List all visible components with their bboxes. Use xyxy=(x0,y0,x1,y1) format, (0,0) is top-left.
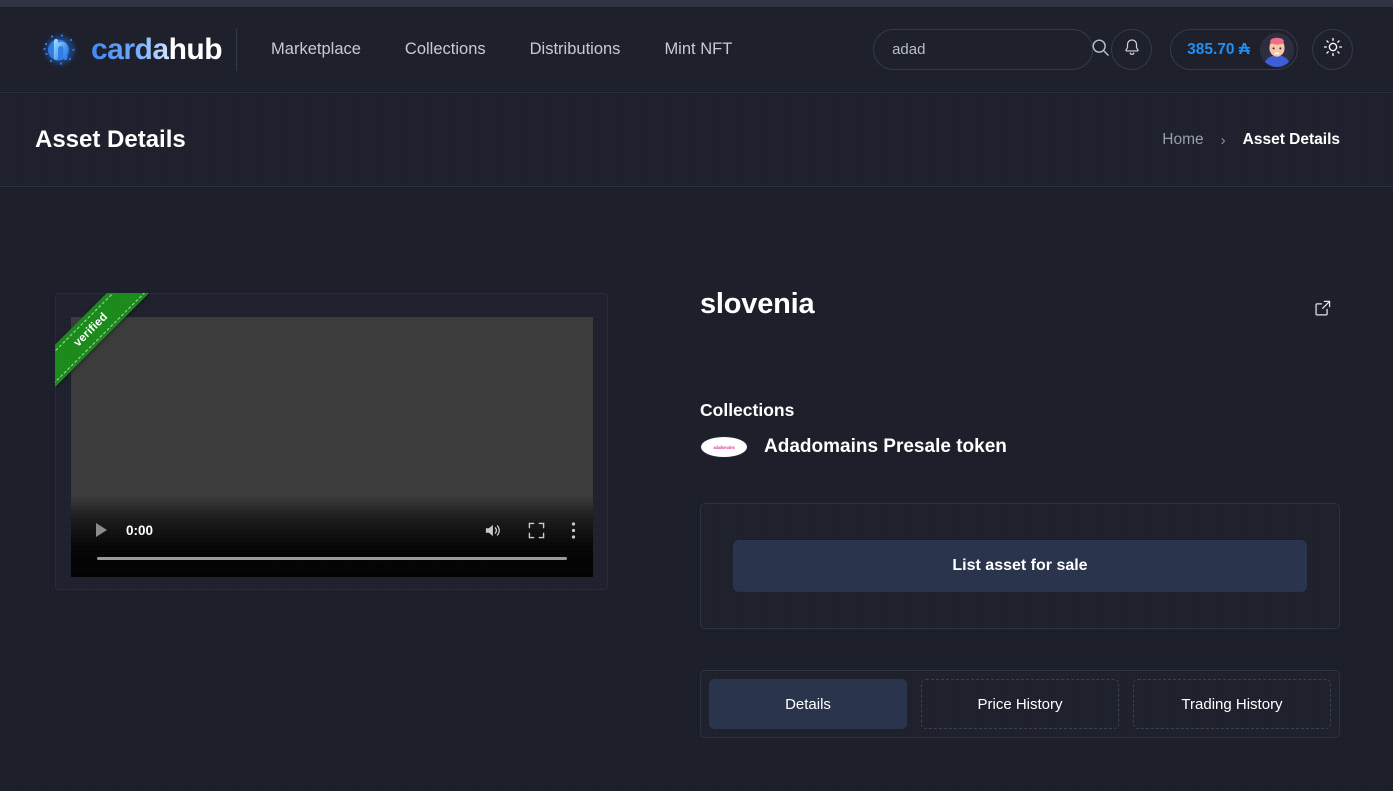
browser-top-strip xyxy=(0,0,1393,7)
tab-details[interactable]: Details xyxy=(709,679,907,729)
chevron-right-icon: › xyxy=(1220,131,1226,149)
search-input[interactable] xyxy=(892,41,1092,58)
collection-item[interactable]: adadomains Adadomains Presale token xyxy=(700,436,1007,458)
user-avatar[interactable] xyxy=(1260,32,1294,67)
main-content: verified 0:00 slovenia Collections adado… xyxy=(0,188,1393,791)
video-progress-bar[interactable] xyxy=(97,557,567,560)
asset-title-row: slovenia xyxy=(700,288,1340,321)
breadcrumb-home[interactable]: Home xyxy=(1162,131,1203,149)
brand-name-part1: carda xyxy=(91,32,169,66)
video-current-time: 0:00 xyxy=(126,522,154,538)
wallet-balance-pill[interactable]: 385.70 ₳ xyxy=(1170,29,1298,70)
page-header-band: Asset Details Home › Asset Details xyxy=(0,94,1393,187)
search-box[interactable] xyxy=(873,29,1109,70)
collections-heading: Collections xyxy=(700,400,795,420)
nav-item-collections[interactable]: Collections xyxy=(405,32,486,67)
bell-icon xyxy=(1123,38,1141,62)
breadcrumb: Home › Asset Details xyxy=(1162,131,1340,149)
cardahub-logo-icon xyxy=(40,30,80,70)
collection-name: Adadomains Presale token xyxy=(764,436,1007,457)
brand-logo[interactable]: cardahub xyxy=(40,7,223,92)
list-asset-for-sale-button[interactable]: List asset for sale xyxy=(733,540,1307,592)
volume-icon[interactable] xyxy=(483,522,502,539)
page-title: Asset Details xyxy=(35,126,186,153)
asset-tabs: Details Price History Trading History xyxy=(700,670,1340,738)
tab-trading-history[interactable]: Trading History xyxy=(1133,679,1331,729)
header-actions: 385.70 ₳ xyxy=(873,7,1353,92)
search-icon[interactable] xyxy=(1091,38,1110,62)
tab-price-history[interactable]: Price History xyxy=(921,679,1119,729)
site-header: cardahub Marketplace Collections Distrib… xyxy=(0,7,1393,93)
nav-item-mint-nft[interactable]: Mint NFT xyxy=(664,32,732,67)
asset-video-player[interactable]: 0:00 xyxy=(71,317,593,577)
main-navigation: Marketplace Collections Distributions Mi… xyxy=(271,32,732,67)
external-link-icon[interactable] xyxy=(1315,300,1331,321)
notifications-button[interactable] xyxy=(1111,29,1153,70)
nav-item-marketplace[interactable]: Marketplace xyxy=(271,32,361,67)
sale-action-card: List asset for sale xyxy=(700,503,1340,629)
fullscreen-icon[interactable] xyxy=(528,522,545,539)
brand-name: cardahub xyxy=(91,32,223,66)
theme-toggle-button[interactable] xyxy=(1312,29,1353,70)
nav-item-distributions[interactable]: Distributions xyxy=(530,32,621,67)
collection-avatar: adadomains xyxy=(700,436,748,458)
video-controls: 0:00 xyxy=(71,495,593,577)
asset-title: slovenia xyxy=(700,288,815,320)
asset-media-card: verified 0:00 xyxy=(55,293,608,590)
sun-icon xyxy=(1323,37,1343,62)
breadcrumb-current: Asset Details xyxy=(1242,131,1340,148)
brand-name-part2: hub xyxy=(168,32,223,66)
wallet-balance-amount: 385.70 ₳ xyxy=(1187,40,1250,58)
play-icon[interactable] xyxy=(96,523,107,537)
collection-avatar-text: adadomains xyxy=(713,444,735,450)
header-divider xyxy=(236,28,238,71)
more-vertical-icon[interactable] xyxy=(571,521,576,540)
